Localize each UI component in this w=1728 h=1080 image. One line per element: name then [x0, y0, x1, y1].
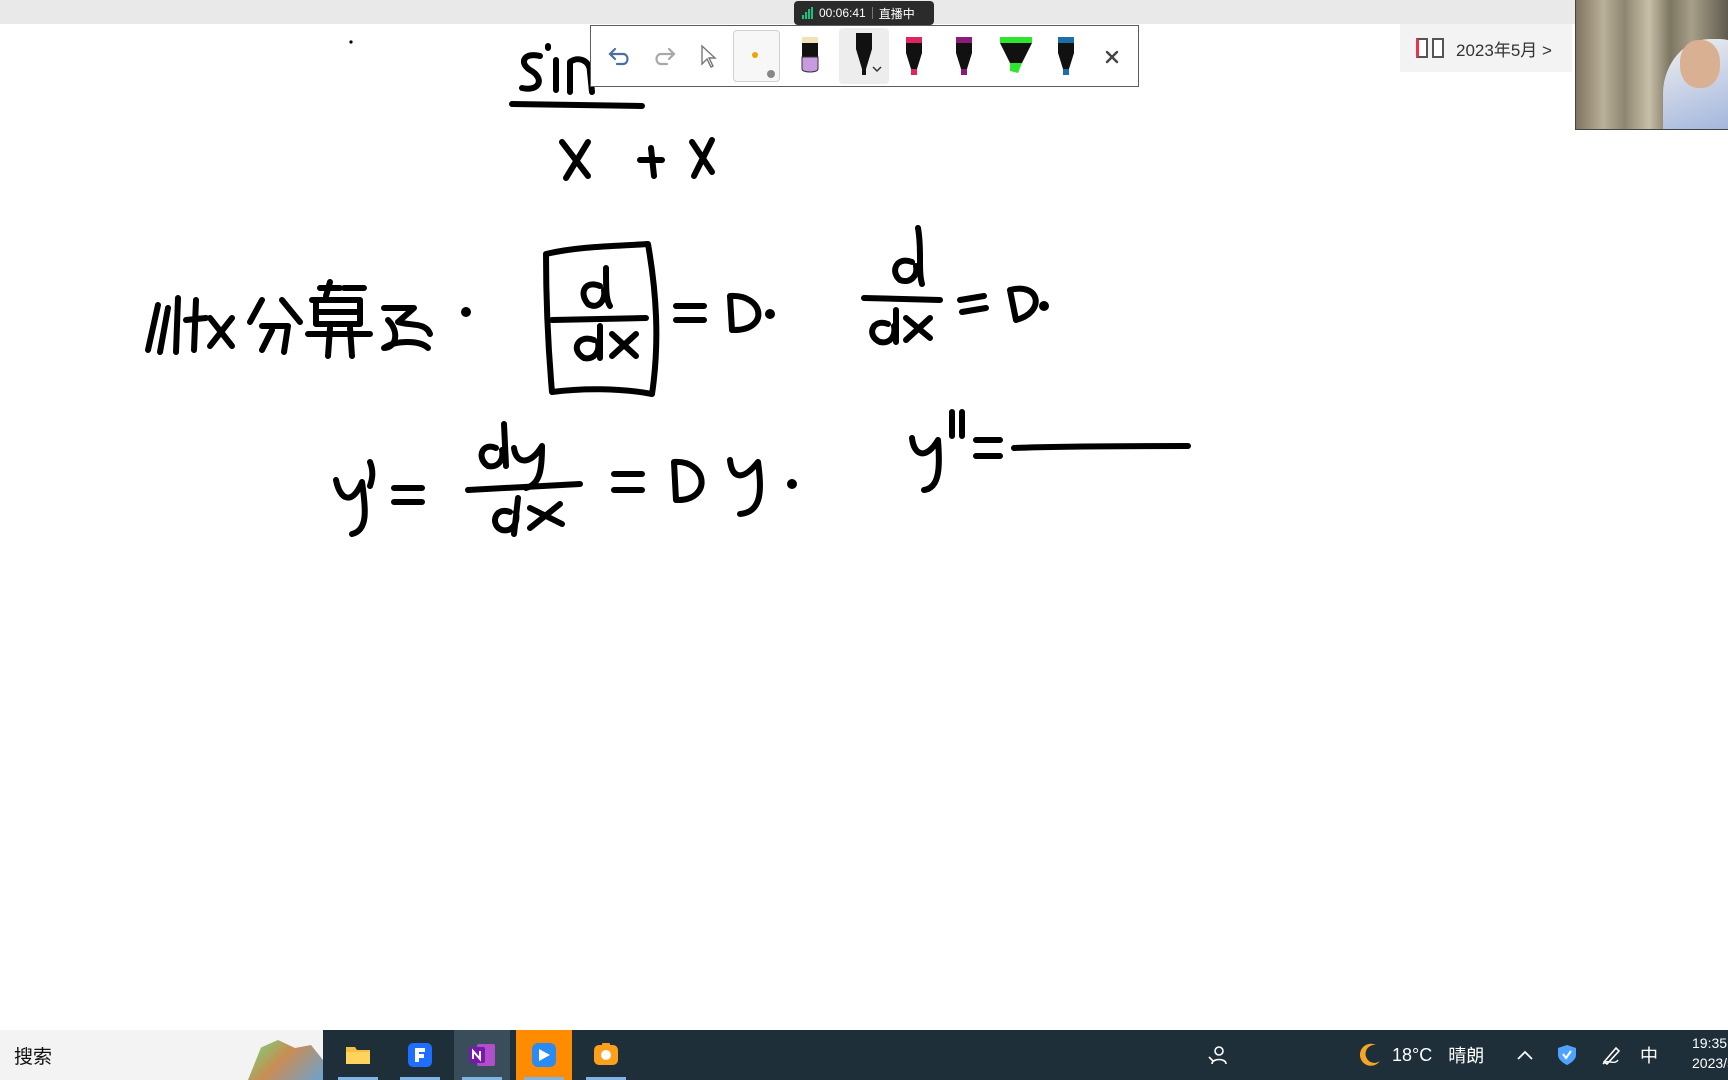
signal-icon [802, 7, 813, 19]
weather-temp: 18°C [1392, 1044, 1433, 1065]
ime-indicator[interactable]: 中 [1640, 1030, 1658, 1080]
folder-icon [346, 1047, 370, 1064]
ink-sin [519, 43, 595, 95]
ink-yprime [333, 459, 376, 537]
clock-time: 19:35 [1692, 1035, 1728, 1051]
ime-label: 中 [1640, 1046, 1658, 1066]
ink-frac2 [861, 295, 943, 303]
undo-button[interactable] [603, 40, 637, 74]
ink-eq2 [957, 293, 989, 315]
tray-people[interactable] [1206, 1030, 1228, 1080]
people-icon [1208, 1046, 1227, 1065]
ink-d-top [580, 265, 613, 309]
ink-D2 [1007, 285, 1039, 323]
ink-d-top2 [892, 225, 925, 287]
handwriting-layer [145, 40, 1191, 537]
live-status-bar: 00:06:41 直播中 [794, 1, 934, 25]
redo-button[interactable] [647, 40, 681, 74]
purple-pen-button[interactable] [947, 30, 981, 82]
ink-ydoubleprime [909, 409, 965, 493]
ink-y3 [727, 457, 763, 517]
ink-dx-bot2 [869, 307, 933, 346]
cursor-icon [701, 44, 717, 68]
live-status: 直播中 [878, 6, 915, 21]
ink-frac1 [549, 315, 649, 323]
pen-toolbar [590, 25, 1139, 87]
eraser-pen-button[interactable] [793, 30, 827, 82]
undo-icon [608, 47, 629, 66]
onenote-icon [469, 1044, 495, 1066]
highlighter-icon [1000, 37, 1032, 73]
ink-underline [509, 101, 645, 109]
gear-icon [767, 70, 775, 78]
ink-eq1 [673, 303, 707, 323]
pen-workspace-icon [1602, 1046, 1621, 1066]
live-timer: 00:06:41 [819, 6, 866, 20]
pink-pen-icon [906, 37, 922, 75]
blue-pen-button[interactable] [1049, 30, 1083, 82]
ink-x1 [559, 139, 591, 181]
pink-pen-button[interactable] [897, 30, 931, 82]
face [1680, 40, 1720, 88]
divider [871, 7, 873, 19]
shield-icon [1558, 1045, 1576, 1065]
ink-eq3 [391, 485, 425, 505]
taskbar: 搜索 18°C 晴朗 中 19:35 2023/5 [0, 1030, 1728, 1080]
laser-dot-icon [752, 52, 758, 58]
ink-frac3 [465, 481, 583, 493]
ink-dy [478, 421, 545, 491]
webcam-preview[interactable] [1575, 0, 1728, 130]
ink-plus [637, 145, 665, 179]
screen-recorder-app[interactable] [578, 1030, 634, 1080]
green-highlighter-button[interactable] [991, 30, 1041, 82]
redo-icon [655, 47, 676, 66]
ink-eq4 [611, 471, 645, 493]
search-label: 搜索 [14, 1046, 53, 1068]
ink-D1 [727, 292, 762, 333]
close-toolbar-button[interactable] [1095, 40, 1129, 74]
ink-blank [1011, 443, 1191, 451]
book-icon [1416, 38, 1444, 58]
ink-dx3 [492, 495, 565, 537]
ink-fen [247, 297, 303, 355]
camera-icon [594, 1043, 618, 1065]
onenote-app[interactable] [454, 1030, 510, 1080]
tray-security[interactable] [1556, 1030, 1578, 1080]
feishu-icon [408, 1043, 432, 1067]
clock-date: 2023/5 [1692, 1055, 1728, 1071]
system-clock[interactable]: 19:35 2023/5 [1692, 1033, 1728, 1073]
feishu-app[interactable] [392, 1030, 448, 1080]
chevron-up-icon [1517, 1050, 1533, 1060]
calendar-label: 2023年5月 > [1456, 40, 1552, 60]
tray-pen[interactable] [1600, 1030, 1622, 1080]
blue-pen-icon [1058, 37, 1074, 75]
ink-D3 [671, 458, 705, 503]
taskbar-search[interactable]: 搜索 [0, 1030, 323, 1080]
search-highlight-art [248, 1040, 323, 1080]
eraser-icon [801, 37, 819, 73]
ink-zi [381, 305, 433, 351]
chevron-down-icon [872, 66, 882, 73]
ink-x2 [689, 137, 715, 179]
purple-pen-icon [956, 37, 972, 75]
calendar-nav[interactable]: 2023年5月 > [1400, 24, 1572, 72]
weather-widget[interactable]: 18°C 晴朗 [1356, 1030, 1484, 1080]
ink-weifen [145, 295, 235, 355]
tray-overflow[interactable] [1516, 1030, 1534, 1080]
weather-desc: 晴朗 [1448, 1046, 1485, 1066]
file-explorer-app[interactable] [330, 1030, 386, 1080]
ink-dx-bot [573, 323, 639, 362]
moon-icon [1359, 1043, 1380, 1066]
live-app[interactable] [516, 1030, 572, 1080]
black-pen-button-selected[interactable] [839, 28, 889, 84]
close-icon [1105, 50, 1119, 64]
select-button[interactable] [691, 40, 725, 74]
laser-pointer-button[interactable] [733, 30, 780, 82]
ink-suan [305, 279, 373, 359]
live-app-icon [532, 1043, 556, 1067]
ink-eq5 [973, 437, 1003, 459]
